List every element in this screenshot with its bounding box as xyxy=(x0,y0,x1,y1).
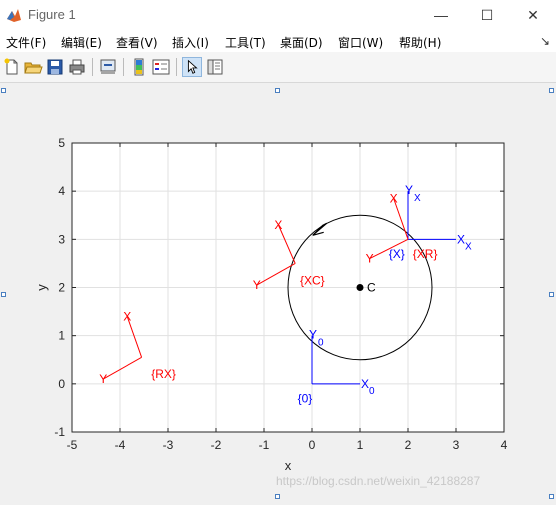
title-bar: Figure 1 — ☐ ✕ xyxy=(0,0,556,30)
frame-x-subscript: X xyxy=(465,241,472,252)
point-c xyxy=(356,284,364,291)
frame-name-label: {X} xyxy=(389,247,405,261)
close-button[interactable]: ✕ xyxy=(510,0,556,30)
x-tick-label: -5 xyxy=(67,438,78,452)
frame-x-label: X xyxy=(390,191,398,205)
frame-y-label: Y xyxy=(309,328,317,342)
frame-x-label: X xyxy=(274,218,282,232)
toolbar-separator xyxy=(176,58,177,76)
frame-name-label: {XC} xyxy=(300,273,325,287)
menu-file[interactable]: 文件(F) xyxy=(6,34,46,51)
toolbar xyxy=(0,52,556,83)
y-tick-label: 5 xyxy=(58,136,65,150)
plot-axes[interactable]: -5 -4 -3 -2 -1 0 1 2 3 4-1012345xy CX0Y0{0}XXYX{X}… xyxy=(0,83,556,500)
menu-view[interactable]: 查看(V) xyxy=(116,34,158,51)
menu-desktop[interactable]: 桌面(D) xyxy=(280,34,323,51)
x-tick-label: 4 xyxy=(501,438,508,452)
x-axis-label: x xyxy=(285,458,292,473)
new-figure-icon[interactable] xyxy=(2,57,22,77)
x-tick-label: -1 xyxy=(259,438,270,452)
y-tick-label: 1 xyxy=(58,329,65,343)
print-icon[interactable] xyxy=(67,57,87,77)
menu-bar: 文件(F) 编辑(E) 查看(V) 插入(I) 工具(T) 桌面(D) 窗口(W… xyxy=(0,30,556,52)
x-tick-label: 3 xyxy=(453,438,460,452)
x-tick-label: 1 xyxy=(357,438,364,452)
menu-insert[interactable]: 插入(I) xyxy=(172,34,209,51)
toolbar-separator xyxy=(92,58,93,76)
minimize-button[interactable]: — xyxy=(418,0,464,30)
frame-x-label: X xyxy=(123,309,131,323)
frame-name-label: {XR} xyxy=(413,247,438,261)
frame-x-label: X xyxy=(457,232,465,246)
frame-y-label: Y xyxy=(99,372,107,386)
frame-y-subscript: X xyxy=(414,193,421,204)
property-inspector-icon[interactable] xyxy=(205,57,225,77)
y-axis-label: y xyxy=(34,284,49,291)
figure-canvas: -5 -4 -3 -2 -1 0 1 2 3 4 -1 0 1 2 3 4 5 x y C X 0 Y 0 {0} X X Y X {X}… xyxy=(0,83,556,500)
insert-colorbar-icon[interactable] xyxy=(129,57,149,77)
y-tick-label: 3 xyxy=(58,232,65,246)
frame-x-subscript: 0 xyxy=(369,386,375,397)
frame-y-label: Y xyxy=(253,278,261,292)
open-file-icon[interactable] xyxy=(23,57,43,77)
frame-y-label: Y xyxy=(405,183,413,197)
point-c-label: C xyxy=(367,281,376,295)
menu-edit[interactable]: 编辑(E) xyxy=(61,34,102,51)
insert-legend-icon[interactable] xyxy=(151,57,171,77)
dock-arrow-icon[interactable]: ↘ xyxy=(540,34,550,48)
toolbar-separator xyxy=(123,58,124,76)
maximize-button[interactable]: ☐ xyxy=(464,0,510,30)
save-icon[interactable] xyxy=(45,57,65,77)
x-tick-label: 2 xyxy=(405,438,412,452)
frame-y-label: Y xyxy=(366,252,374,266)
menu-window[interactable]: 窗口(W) xyxy=(338,34,383,51)
menu-help[interactable]: 帮助(H) xyxy=(399,34,441,51)
matlab-icon xyxy=(7,9,21,22)
x-tick-label: -4 xyxy=(115,438,126,452)
frame-y-subscript: 0 xyxy=(318,338,324,349)
y-tick-label: -1 xyxy=(54,425,65,439)
y-tick-label: 0 xyxy=(58,377,65,391)
frame-x-label: X xyxy=(361,377,369,391)
link-icon[interactable] xyxy=(98,57,118,77)
x-tick-label: -3 xyxy=(163,438,174,452)
edit-plot-icon[interactable] xyxy=(182,57,202,77)
x-tick-label: -2 xyxy=(211,438,222,452)
window-title: Figure 1 xyxy=(28,7,76,22)
watermark-text: https://blog.csdn.net/weixin_42188287 xyxy=(276,474,481,488)
frame-name-label: {RX} xyxy=(151,367,176,381)
frame-name-label: {0} xyxy=(298,391,313,405)
y-tick-label: 4 xyxy=(58,184,65,198)
menu-tools[interactable]: 工具(T) xyxy=(225,34,266,51)
y-tick-label: 2 xyxy=(58,281,65,295)
x-tick-label: 0 xyxy=(309,438,316,452)
